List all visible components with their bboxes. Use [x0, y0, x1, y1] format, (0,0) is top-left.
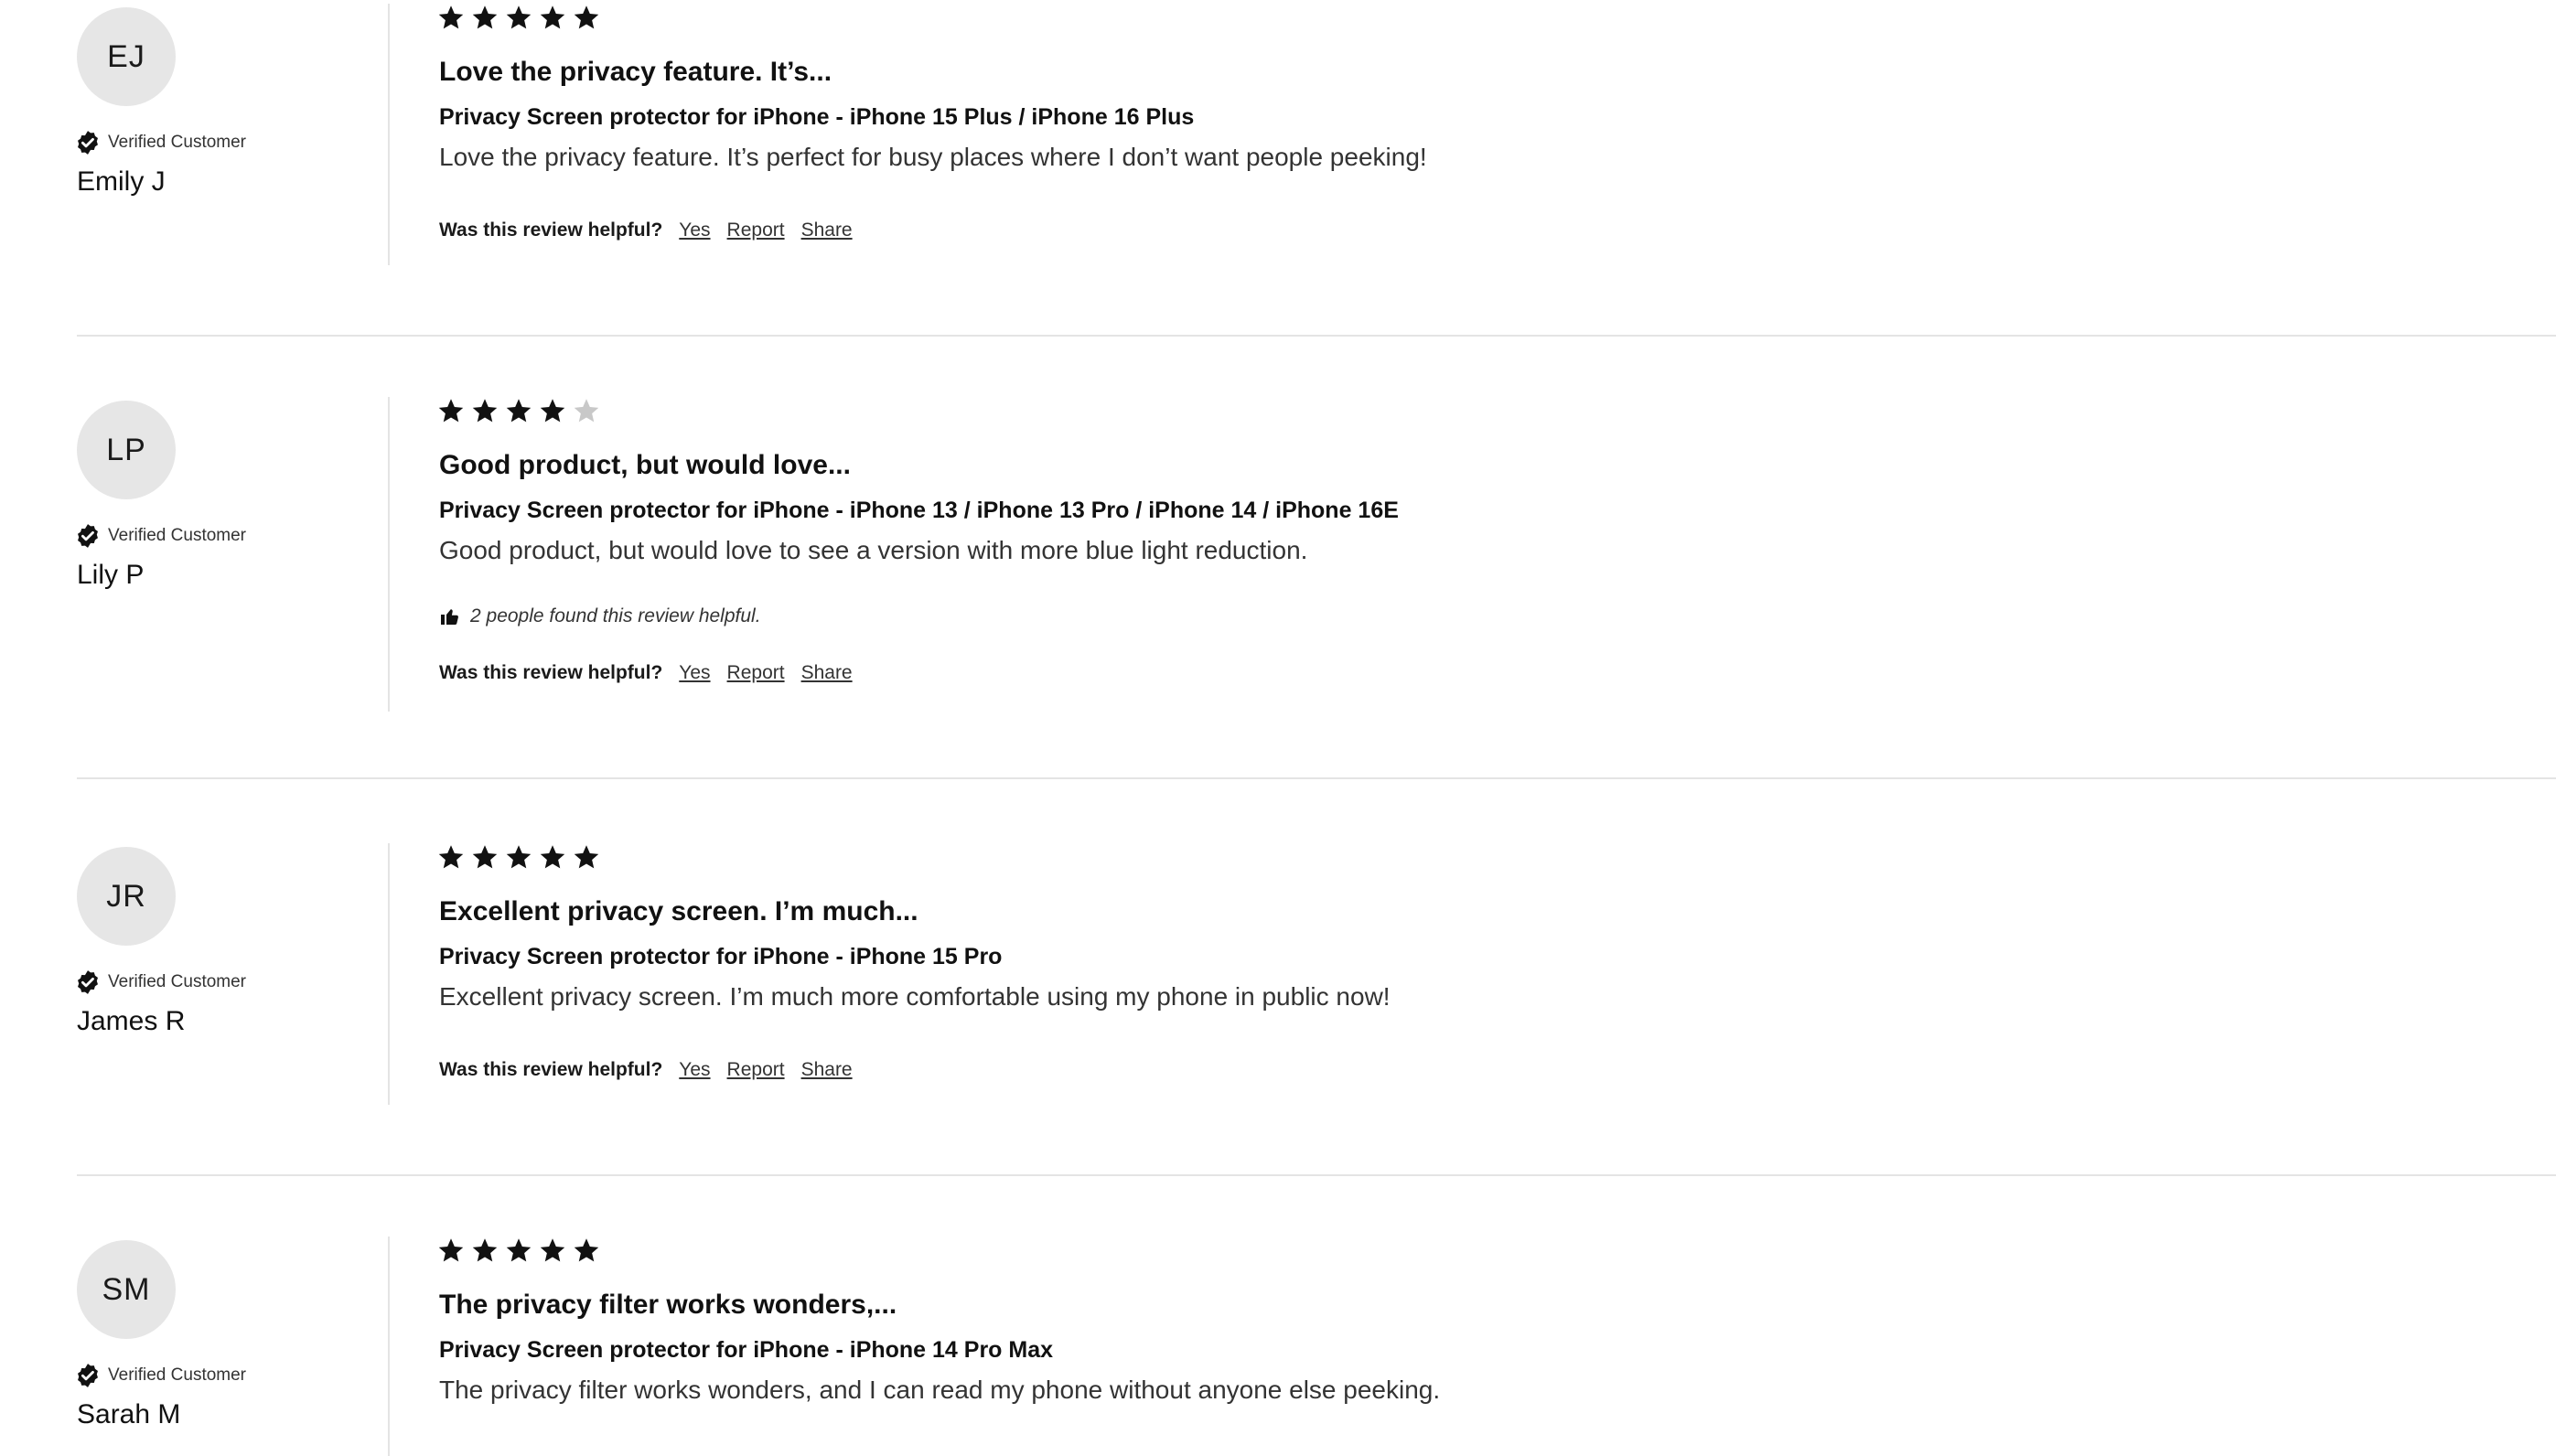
star-filled-icon — [539, 4, 566, 31]
review-title: Good product, but would love... — [439, 450, 851, 480]
star-filled-icon — [505, 397, 532, 424]
star-filled-icon — [573, 843, 600, 871]
star-filled-icon — [573, 4, 600, 31]
avatar: SM — [77, 1240, 176, 1339]
thumbs-up-icon — [439, 605, 461, 627]
review-title: Love the privacy feature. It’s... — [439, 57, 832, 87]
verified-check-icon — [75, 969, 101, 995]
review-body: Love the privacy feature. It’s perfect f… — [439, 143, 1427, 171]
review-separator — [77, 335, 2556, 337]
star-rating — [437, 397, 600, 424]
review-actions: Was this review helpful? Yes Report Share — [439, 662, 853, 684]
star-filled-icon — [471, 397, 499, 424]
verified-check-icon — [75, 1363, 101, 1388]
yes-link[interactable]: Yes — [679, 662, 710, 684]
share-link[interactable]: Share — [801, 1059, 853, 1081]
star-filled-icon — [471, 843, 499, 871]
report-link[interactable]: Report — [727, 219, 785, 241]
star-filled-icon — [539, 397, 566, 424]
column-divider — [388, 843, 390, 1105]
star-filled-icon — [471, 1237, 499, 1264]
review-separator — [77, 1174, 2556, 1176]
yes-link[interactable]: Yes — [679, 219, 710, 241]
review-separator — [77, 777, 2556, 779]
star-filled-icon — [573, 1237, 600, 1264]
star-filled-icon — [437, 843, 465, 871]
review-title: Excellent privacy screen. I’m much... — [439, 896, 918, 926]
share-link[interactable]: Share — [801, 219, 853, 241]
star-rating — [437, 843, 600, 871]
avatar: JR — [77, 847, 176, 946]
avatar: EJ — [77, 7, 176, 106]
report-link[interactable]: Report — [727, 662, 785, 684]
star-filled-icon — [539, 1237, 566, 1264]
review-title: The privacy filter works wonders,... — [439, 1290, 897, 1320]
column-divider — [388, 1237, 390, 1456]
verified-check-icon — [75, 130, 101, 155]
product-name: Privacy Screen protector for iPhone - iP… — [439, 104, 1195, 130]
review-body: The privacy filter works wonders, and I … — [439, 1376, 1441, 1404]
review-body: Excellent privacy screen. I’m much more … — [439, 982, 1391, 1011]
product-name: Privacy Screen protector for iPhone - iP… — [439, 944, 1003, 969]
product-name: Privacy Screen protector for iPhone - iP… — [439, 1337, 1054, 1363]
column-divider — [388, 4, 390, 265]
star-rating — [437, 1237, 600, 1264]
reviewer-name: Lily P — [77, 560, 145, 590]
star-filled-icon — [437, 1237, 465, 1264]
verified-label: Verified Customer — [108, 526, 247, 545]
verified-badge: Verified Customer — [75, 130, 246, 155]
verified-check-icon — [75, 523, 101, 549]
helpful-question: Was this review helpful? — [439, 1059, 663, 1080]
reviewer-name: Emily J — [77, 166, 166, 197]
reviewer-name: Sarah M — [77, 1399, 181, 1429]
star-filled-icon — [437, 4, 465, 31]
yes-link[interactable]: Yes — [679, 1059, 710, 1081]
verified-badge: Verified Customer — [75, 1363, 246, 1388]
report-link[interactable]: Report — [727, 1059, 785, 1081]
verified-label: Verified Customer — [108, 1365, 247, 1385]
verified-badge: Verified Customer — [75, 969, 246, 995]
review-actions: Was this review helpful? Yes Report Share — [439, 1059, 853, 1081]
reviewer-name: James R — [77, 1006, 186, 1036]
avatar: LP — [77, 401, 176, 499]
reviews-list: EJ Verified Customer Emily J Love the priva… — [0, 0, 2556, 1456]
verified-label: Verified Customer — [108, 972, 247, 991]
product-name: Privacy Screen protector for iPhone - iP… — [439, 498, 1399, 523]
star-filled-icon — [505, 843, 532, 871]
helpful-question: Was this review helpful? — [439, 662, 663, 683]
helpful-question: Was this review helpful? — [439, 219, 663, 241]
star-rating — [437, 4, 600, 31]
star-filled-icon — [437, 397, 465, 424]
verified-label: Verified Customer — [108, 133, 247, 152]
star-filled-icon — [505, 4, 532, 31]
review-actions: Was this review helpful? Yes Report Share — [439, 219, 853, 241]
helpful-count-text: 2 people found this review helpful. — [470, 605, 761, 626]
column-divider — [388, 397, 390, 712]
star-filled-icon — [471, 4, 499, 31]
star-filled-icon — [539, 843, 566, 871]
helpful-count: 2 people found this review helpful. — [439, 605, 761, 627]
share-link[interactable]: Share — [801, 662, 853, 684]
star-empty-icon — [573, 397, 600, 424]
star-filled-icon — [505, 1237, 532, 1264]
review-body: Good product, but would love to see a ve… — [439, 536, 1308, 564]
verified-badge: Verified Customer — [75, 523, 246, 549]
